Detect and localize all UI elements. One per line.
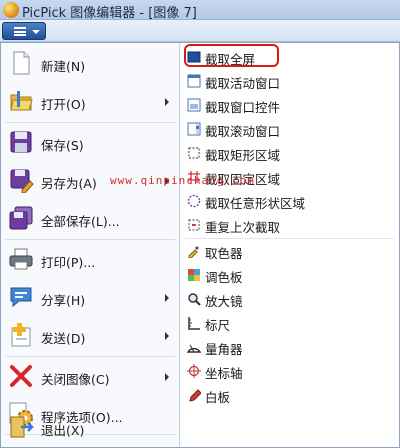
capture-item-freehand[interactable]: 截取任意形状区域 [181, 190, 399, 212]
divider [5, 356, 175, 357]
title-bar: PicPick 图像编辑器 - [图像 7] [0, 0, 400, 21]
close-icon [8, 363, 34, 389]
menu-item-label: 新建(N) [41, 59, 86, 74]
tool-item-label: 标尺 [205, 318, 231, 333]
divider [185, 238, 395, 239]
menu-bar [0, 20, 400, 42]
tool-item-magnifier[interactable]: 放大镜 [181, 288, 399, 310]
file-menu-commands: 新建(N) 打开(O) 保存(S) 另存为(A) 全部保存(L)... 打印(P… [1, 43, 180, 447]
tool-item-color-picker[interactable]: 取色器 [181, 240, 399, 262]
capture-active-window-icon [187, 74, 201, 88]
capture-item-fixed-region[interactable]: 截取固定区域 [181, 166, 399, 188]
whiteboard-pen-icon [187, 388, 201, 402]
capture-rectangle-icon [187, 146, 201, 160]
capture-item-label: 截取全屏 [205, 52, 256, 67]
capture-item-label: 截取活动窗口 [205, 76, 281, 91]
save-all-icon [8, 205, 34, 231]
send-icon [8, 322, 34, 348]
capture-item-label: 截取固定区域 [205, 172, 281, 187]
menu-item-label: 全部保存(L)... [41, 214, 120, 229]
menu-item-label: 关闭图像(C) [41, 372, 110, 387]
picpick-logo-icon [3, 2, 19, 18]
save-as-icon [8, 167, 34, 193]
submenu-arrow-icon [165, 373, 169, 381]
divider [5, 239, 175, 240]
capture-fullscreen-icon [187, 50, 201, 64]
capture-item-fullscreen[interactable]: 截取全屏 [181, 46, 399, 68]
exit-icon [8, 414, 34, 440]
capture-item-label: 重复上次截取 [205, 220, 281, 235]
capture-item-label: 截取滚动窗口 [205, 124, 281, 139]
menu-item-label: 打印(P)... [41, 255, 96, 270]
divider [5, 122, 175, 123]
printer-icon [8, 246, 34, 272]
menu-item-label: 另存为(A) [41, 176, 97, 191]
menu-item-new[interactable]: 新建(N) [1, 45, 179, 83]
menu-item-exit-row[interactable]: 退出(X) [1, 409, 179, 447]
tool-item-whiteboard[interactable]: 白板 [181, 384, 399, 406]
app-menu-button[interactable] [2, 22, 46, 40]
capture-fixed-region-icon [187, 170, 201, 184]
menu-item-send[interactable]: 发送(D) [1, 317, 179, 355]
menu-item-open[interactable]: 打开(O) [1, 83, 179, 121]
capture-item-label: 截取矩形区域 [205, 148, 281, 163]
crosshair-icon [187, 364, 201, 378]
menu-item-save-as[interactable]: 另存为(A) [1, 162, 179, 200]
submenu-arrow-icon [165, 98, 169, 106]
repeat-capture-icon [187, 218, 201, 232]
save-disk-icon [8, 129, 34, 155]
capture-item-repeat[interactable]: 重复上次截取 [181, 214, 399, 236]
menu-item-label: 分享(H) [41, 293, 86, 308]
color-palette-icon [187, 268, 201, 282]
submenu-arrow-icon [165, 177, 169, 185]
menu-item-label: 退出(X) [41, 423, 85, 438]
menu-item-close-image[interactable]: 关闭图像(C) [1, 358, 179, 396]
capture-item-scrolling-window[interactable]: 截取滚动窗口 [181, 118, 399, 140]
tool-item-label: 调色板 [205, 270, 243, 285]
window-title: PicPick 图像编辑器 - [图像 7] [22, 6, 197, 21]
menu-item-save[interactable]: 保存(S) [1, 124, 179, 162]
capture-item-rectangle[interactable]: 截取矩形区域 [181, 142, 399, 164]
hamburger-icon [14, 27, 26, 36]
menu-item-share[interactable]: 分享(H) [1, 279, 179, 317]
menu-item-save-all[interactable]: 全部保存(L)... [1, 200, 179, 238]
capture-submenu: 截取全屏 截取活动窗口 截取窗口控件 截取滚动窗口 截取矩形区域 截取固定区域 … [181, 43, 399, 447]
capture-item-label: 截取任意形状区域 [205, 196, 306, 211]
capture-scrolling-window-icon [187, 122, 201, 136]
tool-item-label: 取色器 [205, 246, 243, 261]
tool-item-label: 坐标轴 [205, 366, 243, 381]
capture-window-control-icon [187, 98, 201, 112]
capture-freehand-icon [187, 194, 201, 208]
tool-item-label: 白板 [205, 390, 231, 405]
file-menu: 新建(N) 打开(O) 保存(S) 另存为(A) 全部保存(L)... 打印(P… [0, 42, 400, 448]
menu-item-label: 打开(O) [41, 97, 86, 112]
new-document-icon [8, 50, 34, 76]
menu-item-label: 发送(D) [41, 331, 86, 346]
capture-item-label: 截取窗口控件 [205, 100, 281, 115]
menu-item-label: 保存(S) [41, 138, 84, 153]
menu-item-print[interactable]: 打印(P)... [1, 241, 179, 279]
capture-item-window-control[interactable]: 截取窗口控件 [181, 94, 399, 116]
tool-item-color-palette[interactable]: 调色板 [181, 264, 399, 286]
tool-item-label: 放大镜 [205, 294, 243, 309]
tool-item-label: 量角器 [205, 342, 243, 357]
ruler-icon [187, 316, 201, 330]
chevron-down-icon [32, 30, 40, 34]
capture-item-active-window[interactable]: 截取活动窗口 [181, 70, 399, 92]
share-icon [8, 284, 34, 310]
tool-item-crosshair[interactable]: 坐标轴 [181, 360, 399, 382]
submenu-arrow-icon [165, 332, 169, 340]
tool-item-ruler[interactable]: 标尺 [181, 312, 399, 334]
magnifier-icon [187, 292, 201, 306]
protractor-icon [187, 340, 201, 354]
color-picker-icon [187, 244, 201, 258]
tool-item-protractor[interactable]: 量角器 [181, 336, 399, 358]
folder-open-icon [8, 88, 34, 114]
submenu-arrow-icon [165, 294, 169, 302]
